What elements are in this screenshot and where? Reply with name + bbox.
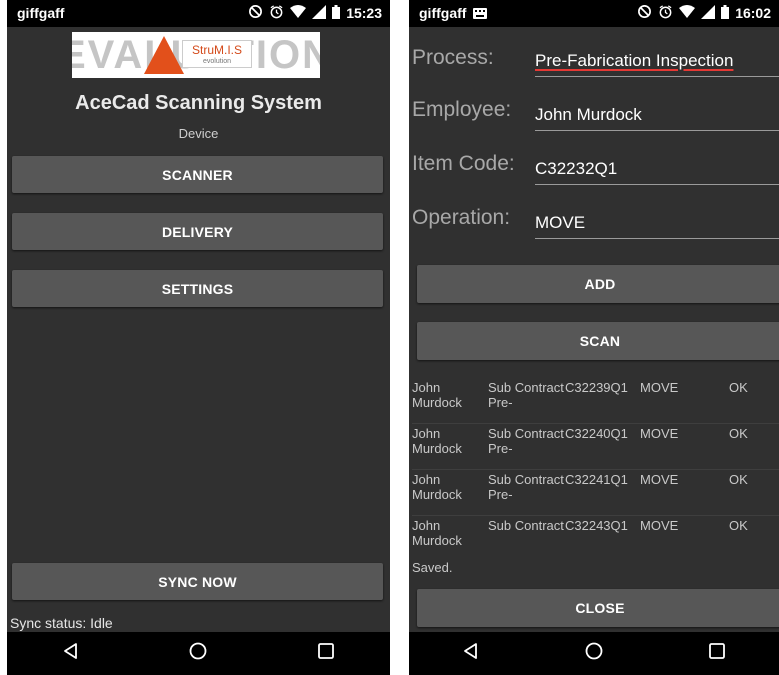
log-process: Sub Contract	[488, 518, 564, 533]
operation-field[interactable]: MOVE	[535, 213, 779, 239]
carrier-text: giffgaff	[419, 5, 467, 21]
operation-label: Operation:	[412, 206, 511, 229]
process-field[interactable]: Pre-Fabrication Inspection	[535, 51, 779, 77]
do-not-disturb-icon	[637, 4, 652, 22]
log-row: John Murdock Sub Contract Pre- C32240Q1 …	[412, 421, 779, 470]
log-process: Sub Contract Pre-	[488, 426, 564, 456]
employee-label: Employee:	[412, 98, 512, 121]
add-button[interactable]: ADD	[417, 265, 779, 303]
status-icons: 16:02	[637, 4, 771, 22]
log-row: John Murdock Sub Contract Pre- C32241Q1 …	[412, 467, 779, 516]
signal-icon	[701, 4, 716, 22]
recents-icon[interactable]	[707, 641, 727, 666]
back-icon[interactable]	[461, 641, 481, 666]
battery-icon	[721, 4, 730, 22]
signal-icon	[312, 4, 327, 22]
status-bar: giffgaff 15:23	[7, 0, 390, 27]
log-code: C32239Q1	[565, 380, 628, 395]
device-label: Device	[178, 126, 219, 141]
log-code: C32240Q1	[565, 426, 628, 441]
logo-a-mark	[144, 36, 184, 74]
battery-icon	[332, 4, 341, 22]
log-row: John Murdock Sub Contract C32243Q1 MOVE …	[412, 513, 779, 557]
scan-button[interactable]: SCAN	[417, 322, 779, 360]
log-code: C32243Q1	[565, 518, 628, 533]
app-title: AceCad Scanning System	[75, 92, 322, 114]
close-button[interactable]: CLOSE	[417, 589, 779, 627]
status-time: 16:02	[735, 5, 771, 21]
evaluation-logo: EVALUATION StruM.I.Sevolution	[72, 32, 320, 78]
item-code-label: Item Code:	[412, 152, 515, 175]
employee-field[interactable]: John Murdock	[535, 105, 779, 131]
sync-now-button[interactable]: SYNC NOW	[12, 563, 383, 600]
log-employee: John Murdock	[412, 426, 462, 456]
log-result: OK	[729, 426, 748, 441]
log-operation: MOVE	[640, 518, 679, 533]
log-employee: John Murdock	[412, 472, 462, 502]
log-process: Sub Contract Pre-	[488, 380, 564, 410]
log-operation: MOVE	[640, 380, 679, 395]
process-label: Process:	[412, 46, 494, 69]
navigation-bar	[409, 632, 779, 675]
status-icons: 15:23	[248, 4, 382, 22]
strumis-brand: StruM.I.S	[191, 43, 242, 57]
carrier-name: giffgaff	[17, 5, 65, 21]
item-code-field[interactable]: C32232Q1	[535, 159, 779, 185]
scanner-button[interactable]: SCANNER	[12, 156, 383, 193]
log-row: John Murdock Sub Contract Pre- C32239Q1 …	[412, 375, 779, 424]
log-result: OK	[729, 380, 748, 395]
home-icon[interactable]	[584, 641, 604, 666]
alarm-icon	[269, 4, 284, 22]
delivery-button[interactable]: DELIVERY	[12, 213, 383, 250]
do-not-disturb-icon	[248, 4, 263, 22]
scan-screen: giffgaff 16:02 Process: Pre-Fabrication …	[409, 0, 779, 675]
home-icon[interactable]	[188, 641, 208, 666]
back-icon[interactable]	[61, 641, 81, 666]
log-operation: MOVE	[640, 426, 679, 441]
strumis-logo: StruM.I.S evolution	[182, 40, 252, 68]
keyboard-icon	[473, 6, 488, 22]
status-time: 15:23	[346, 5, 382, 21]
strumis-sub: evolution	[202, 58, 232, 65]
recents-icon[interactable]	[316, 641, 336, 666]
settings-button[interactable]: SETTINGS	[12, 270, 383, 307]
status-bar: giffgaff 16:02	[409, 0, 779, 27]
navigation-bar	[7, 632, 390, 675]
log-employee: John Murdock	[412, 380, 462, 410]
wifi-icon	[679, 4, 696, 22]
saved-status: Saved.	[412, 560, 453, 575]
main-menu-screen: giffgaff 15:23 EVALUATION StruM.I.Sevolu…	[7, 0, 390, 675]
log-result: OK	[729, 518, 748, 533]
wifi-icon	[290, 4, 307, 22]
log-process: Sub Contract Pre-	[488, 472, 564, 502]
log-employee: John Murdock	[412, 518, 462, 548]
carrier-name: giffgaff	[419, 5, 488, 22]
process-value: Pre-Fabrication Inspection	[535, 51, 734, 70]
log-result: OK	[729, 472, 748, 487]
log-operation: MOVE	[640, 472, 679, 487]
alarm-icon	[658, 4, 673, 22]
log-code: C32241Q1	[565, 472, 628, 487]
sync-status-text: Sync status: Idle	[10, 615, 113, 631]
